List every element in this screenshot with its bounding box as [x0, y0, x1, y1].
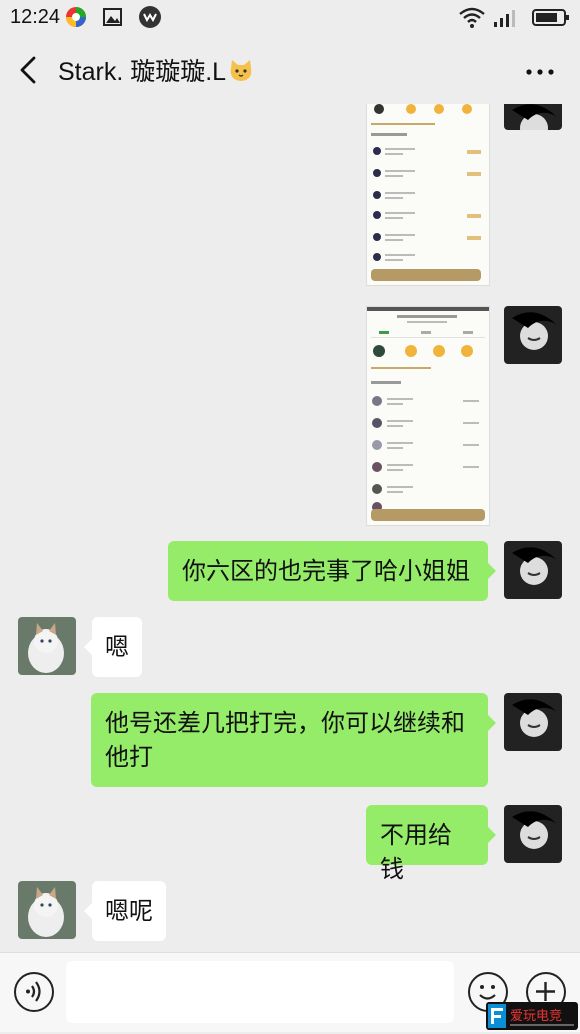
contact-message-bubble[interactable]: 嗯: [92, 617, 142, 677]
bubble-tail: [488, 563, 496, 579]
status-time: 12:24: [10, 6, 61, 28]
watermark-logo: 爱玩电竞: [486, 1002, 578, 1030]
watermark-image: 爱玩电竞: [488, 1004, 574, 1028]
game-record-screenshot-image: [367, 307, 489, 525]
message-input[interactable]: [66, 961, 454, 1023]
avatar-image: [504, 104, 562, 130]
wifi-icon: [459, 7, 485, 28]
my-message-bubble[interactable]: 不用给钱: [366, 805, 488, 883]
chat-header: Stark. 璇璇璇.L: [0, 36, 580, 104]
contact-avatar[interactable]: [18, 881, 76, 939]
contact-message-bubble[interactable]: 嗯呢: [92, 881, 166, 941]
back-icon[interactable]: [14, 54, 44, 86]
bubble-tail: [84, 639, 92, 655]
gallery-icon: [103, 8, 122, 26]
more-icon[interactable]: [526, 69, 554, 75]
message-text: 不用给钱: [380, 821, 452, 883]
chat-title: Stark. 璇璇璇.L: [58, 52, 254, 88]
message-text: 你六区的也完事了哈小姐姐: [182, 557, 470, 585]
image-message-screenshot[interactable]: [366, 306, 490, 526]
voice-input-button[interactable]: [14, 972, 54, 1012]
cat-avatar-image: [18, 881, 76, 939]
signal-icon: [494, 10, 515, 27]
chat-area[interactable]: 你六区的也完事了哈小姐姐 嗯 他号还差几把打完，你可以继续和 他打 不用给钱 嗯…: [0, 104, 580, 952]
bubble-tail: [84, 903, 92, 919]
game-app-icon: [139, 6, 161, 28]
contact-avatar[interactable]: [18, 617, 76, 675]
bubble-tail: [488, 827, 496, 843]
battery-icon: [532, 9, 569, 26]
message-text: 嗯呢: [105, 897, 153, 925]
voice-icon: [26, 981, 41, 1002]
status-bar: 12:24: [0, 0, 580, 36]
bubble-tail: [488, 715, 496, 731]
image-message-screenshot[interactable]: [366, 104, 490, 286]
avatar-image: [504, 306, 562, 364]
my-avatar[interactable]: [504, 104, 562, 130]
avatar-image: [504, 805, 562, 863]
avatar-image: [504, 541, 562, 599]
input-bar: 爱玩电竞: [0, 952, 580, 1032]
chat-title-text: Stark. 璇璇璇.L: [58, 58, 227, 86]
app-notification-icon: [66, 7, 86, 27]
message-text-line: 他打: [105, 743, 153, 771]
my-message-bubble[interactable]: 他号还差几把打完，你可以继续和 他打: [91, 693, 488, 787]
avatar-image: [504, 693, 562, 751]
watermark-text: 爱玩电竞: [510, 1008, 562, 1024]
message-text-line: 他号还差几把打完，你可以继续和: [105, 709, 465, 737]
my-avatar[interactable]: [504, 541, 562, 599]
message-text: 嗯: [105, 633, 129, 661]
cat-face-icon: [230, 60, 252, 81]
game-record-screenshot-image: [367, 104, 489, 285]
cat-avatar-image: [18, 617, 76, 675]
my-message-bubble[interactable]: 你六区的也完事了哈小姐姐: [168, 541, 488, 601]
my-avatar[interactable]: [504, 306, 562, 364]
my-avatar[interactable]: [504, 693, 562, 751]
my-avatar[interactable]: [504, 805, 562, 863]
